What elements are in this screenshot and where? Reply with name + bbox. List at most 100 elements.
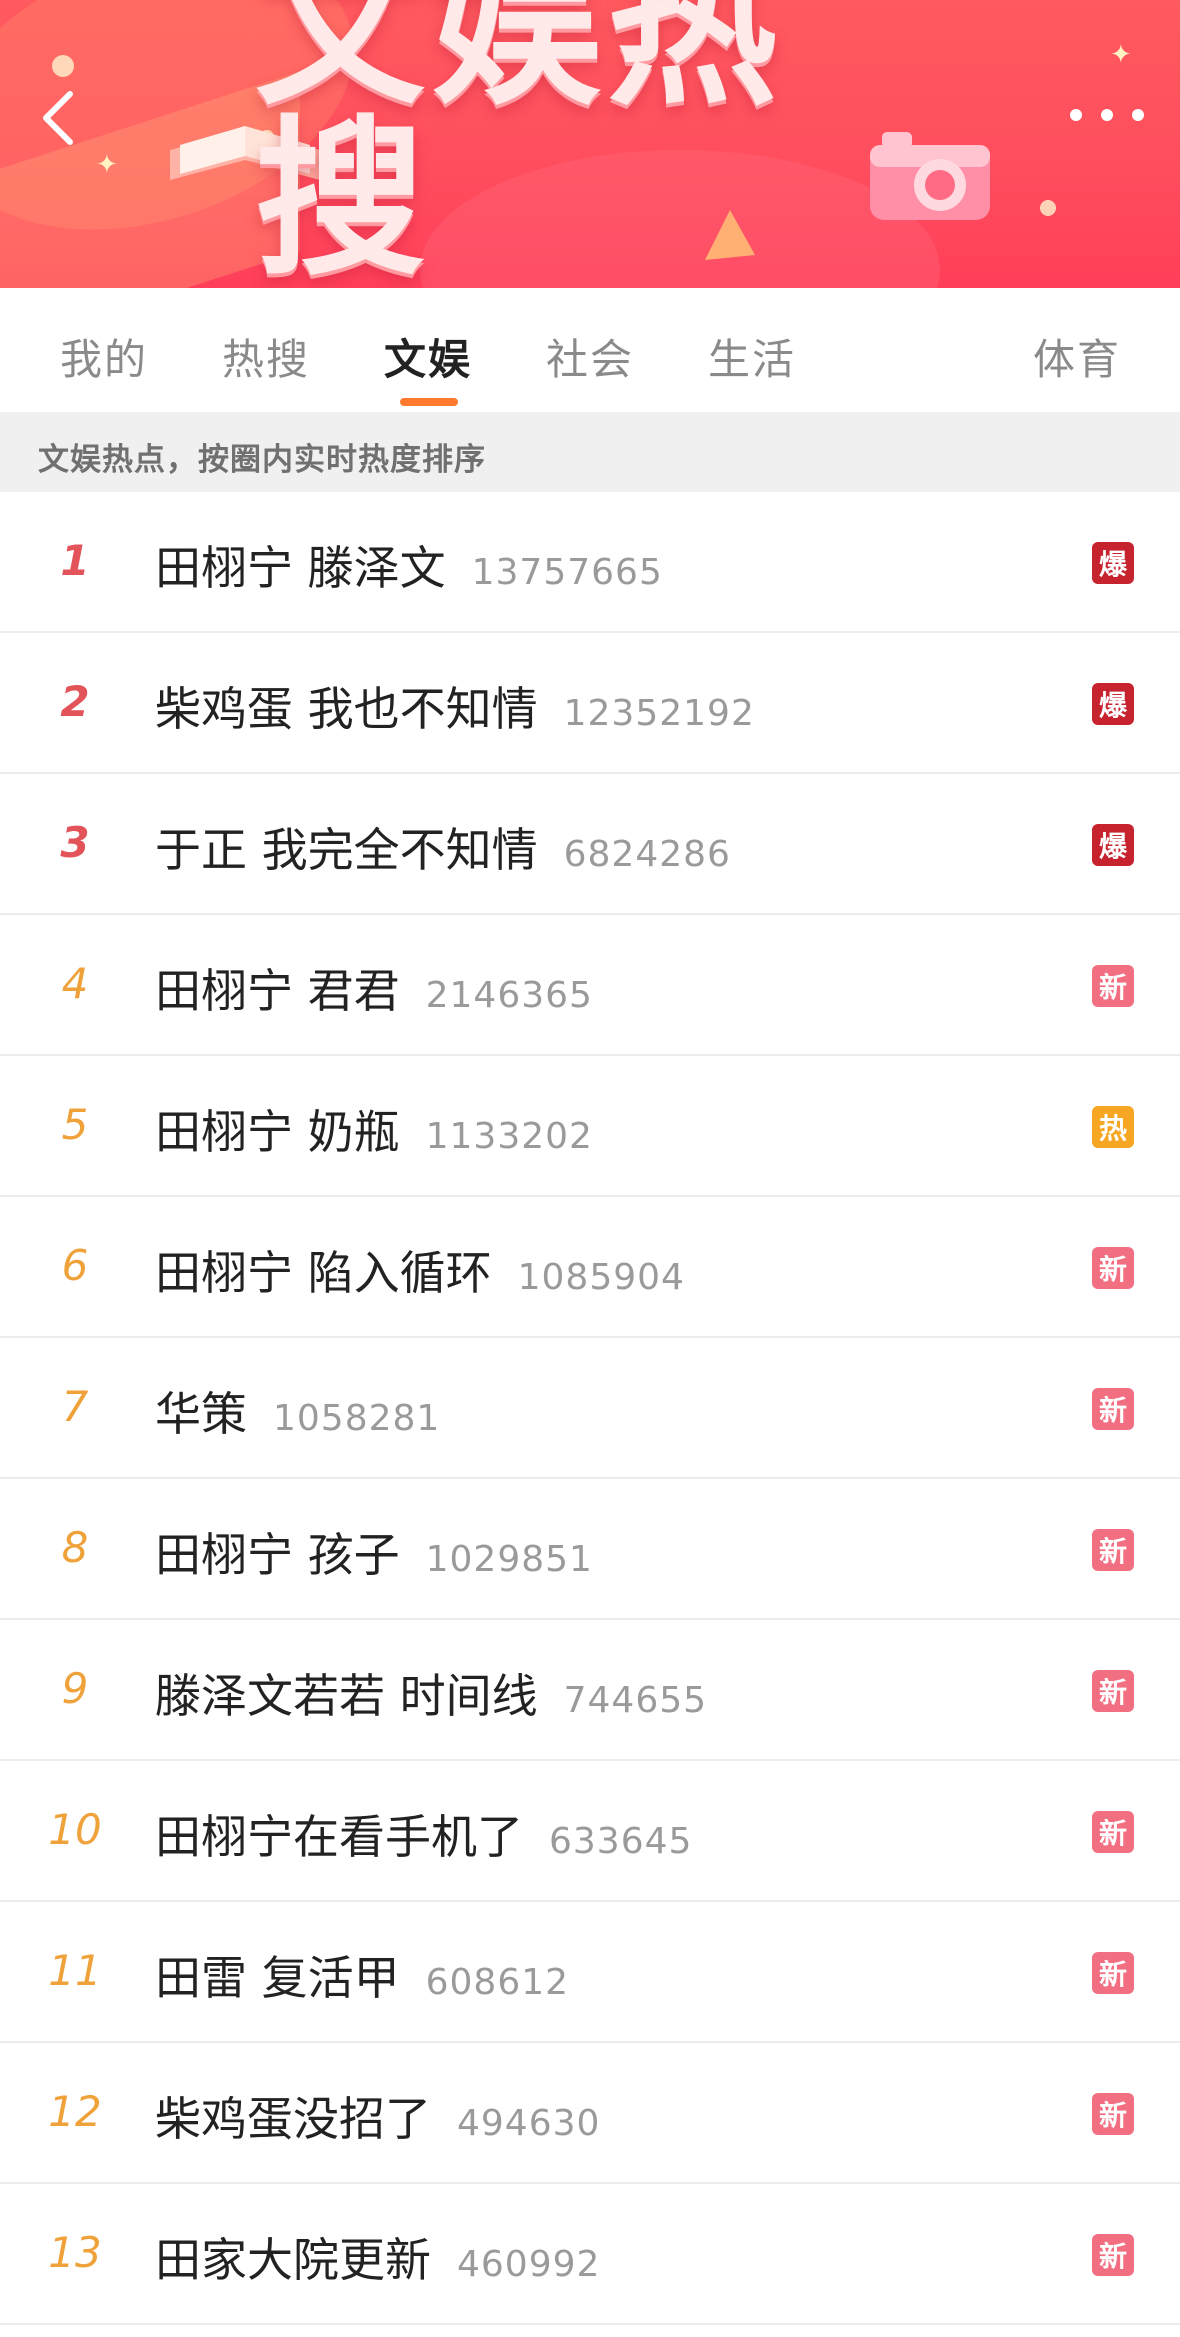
more-dot [1132,109,1144,121]
heat-count: 1133202 [425,1116,593,1157]
tab-life[interactable]: 生活 [708,326,796,387]
header-banner: ✦ ✦ 文娱热搜 [0,0,1180,288]
topic-line[interactable]: 田雷 复活甲 608612 [155,1942,569,2008]
sparkle-icon: ✦ [96,150,118,180]
topic-title[interactable]: 于正 我完全不知情 [155,823,538,877]
topic-line[interactable]: 柴鸡蛋 我也不知情 12352192 [155,673,755,739]
list-item[interactable]: 13 田家大院更新 460992 新 [0,2184,1180,2325]
rank-number: 12 [48,2087,102,2136]
page-title: 文娱热搜 [255,0,784,288]
rank-number: 2 [60,677,90,726]
topic-title[interactable]: 柴鸡蛋 我也不知情 [155,682,538,736]
heat-count: 6824286 [563,834,731,875]
list-item[interactable]: 8 田栩宁 孩子 1029851 新 [0,1479,1180,1620]
more-horizontal-icon[interactable] [1070,102,1144,128]
heat-count: 608612 [425,1962,570,2003]
list-item[interactable]: 2 柴鸡蛋 我也不知情 12352192 爆 [0,633,1180,774]
rank-number: 5 [61,1100,89,1149]
status-badge: 新 [1092,1952,1134,1994]
status-badge: 新 [1092,1388,1134,1430]
topic-title[interactable]: 田栩宁在看手机了 [155,1810,523,1864]
banner-dot [52,55,74,77]
topic-line[interactable]: 田栩宁 君君 2146365 [155,955,593,1021]
rank-number: 1 [60,536,90,585]
list-item[interactable]: 6 田栩宁 陷入循环 1085904 新 [0,1197,1180,1338]
list-item[interactable]: 7 华策 1058281 新 [0,1338,1180,1479]
topic-line[interactable]: 田栩宁 滕泽文 13757665 [155,532,663,598]
topic-line[interactable]: 柴鸡蛋没招了 494630 [155,2083,600,2149]
sparkle-icon: ✦ [1110,40,1132,70]
list-item[interactable]: 9 滕泽文若若 时间线 744655 新 [0,1620,1180,1761]
heat-count: 494630 [457,2103,601,2144]
banner-dot [1040,200,1056,216]
status-badge: 爆 [1092,542,1134,584]
list-item[interactable]: 5 田栩宁 奶瓶 1133202 热 [0,1056,1180,1197]
subheader-text: 文娱热点，按圈内实时热度排序 [38,442,486,478]
status-badge: 新 [1092,2093,1134,2135]
rank-number: 10 [48,1805,102,1854]
status-badge: 新 [1092,1811,1134,1853]
list-item[interactable]: 1 田栩宁 滕泽文 13757665 爆 [0,492,1180,633]
active-tab-indicator [400,398,458,406]
section-subheader: 文娱热点，按圈内实时热度排序 [0,412,1180,492]
list-item[interactable]: 12 柴鸡蛋没招了 494630 新 [0,2043,1180,2184]
heat-count: 744655 [563,1680,708,1721]
list-item[interactable]: 10 田栩宁在看手机了 633645 新 [0,1761,1180,1902]
heat-count: 1029851 [425,1539,593,1580]
heat-count: 1058281 [273,1398,441,1439]
topic-title[interactable]: 田栩宁 孩子 [155,1528,400,1582]
list-item[interactable]: 4 田栩宁 君君 2146365 新 [0,915,1180,1056]
rank-number: 11 [48,1946,102,1995]
topic-line[interactable]: 田栩宁在看手机了 633645 [155,1801,692,1867]
topic-title[interactable]: 田雷 复活甲 [155,1951,400,2005]
rank-number: 4 [61,959,89,1008]
status-badge: 新 [1092,1529,1134,1571]
topic-title[interactable]: 柴鸡蛋没招了 [155,2092,431,2146]
heat-count: 12352192 [563,693,755,734]
status-badge: 新 [1092,965,1134,1007]
topic-title[interactable]: 华策 [155,1387,247,1441]
rank-number: 8 [61,1523,89,1572]
topic-title[interactable]: 田栩宁 滕泽文 [155,541,446,595]
topic-line[interactable]: 田栩宁 奶瓶 1133202 [155,1096,593,1162]
topic-line[interactable]: 田家大院更新 460992 [155,2224,600,2290]
status-badge: 爆 [1092,683,1134,725]
status-badge: 新 [1092,1247,1134,1289]
topic-line[interactable]: 田栩宁 陷入循环 1085904 [155,1237,685,1303]
rank-number: 6 [61,1241,89,1290]
status-badge: 爆 [1092,824,1134,866]
topic-title[interactable]: 田栩宁 君君 [155,964,400,1018]
hot-search-list: 1 田栩宁 滕泽文 13757665 爆 2 柴鸡蛋 我也不知情 12352192 爆 3 于正 … [0,492,1180,2325]
topic-title[interactable]: 田栩宁 奶瓶 [155,1105,400,1159]
rank-number: 13 [48,2228,102,2277]
topic-line[interactable]: 华策 1058281 [155,1378,440,1444]
rank-number: 7 [61,1382,89,1431]
topic-title[interactable]: 滕泽文若若 时间线 [155,1669,538,1723]
tab-hot[interactable]: 热搜 [222,326,310,387]
chevron-left-icon[interactable] [36,88,80,148]
heat-count: 1085904 [517,1257,685,1298]
topic-title[interactable]: 田家大院更新 [155,2233,431,2287]
heat-count: 460992 [457,2244,601,2285]
status-badge: 新 [1092,2234,1134,2276]
tab-mine[interactable]: 我的 [60,326,148,387]
heat-count: 13757665 [471,552,663,593]
rank-number: 3 [60,818,90,867]
list-item[interactable]: 11 田雷 复活甲 608612 新 [0,1902,1180,2043]
list-item[interactable]: 3 于正 我完全不知情 6824286 爆 [0,774,1180,915]
rank-number: 9 [61,1664,89,1713]
heat-count: 633645 [549,1821,693,1862]
status-badge: 新 [1092,1670,1134,1712]
category-tabs: 我的 热搜 文娱 社会 生活 体育 [0,288,1180,412]
tab-sports[interactable]: 体育 [1033,326,1121,387]
topic-line[interactable]: 于正 我完全不知情 6824286 [155,814,731,880]
topic-line[interactable]: 滕泽文若若 时间线 744655 [155,1660,707,1726]
status-badge: 热 [1092,1106,1134,1148]
more-dot [1070,109,1082,121]
heat-count: 2146365 [425,975,593,1016]
topic-title[interactable]: 田栩宁 陷入循环 [155,1246,492,1300]
topic-line[interactable]: 田栩宁 孩子 1029851 [155,1519,593,1585]
tab-entertainment[interactable]: 文娱 [384,326,472,387]
tab-society[interactable]: 社会 [546,326,634,387]
more-dot [1101,109,1113,121]
